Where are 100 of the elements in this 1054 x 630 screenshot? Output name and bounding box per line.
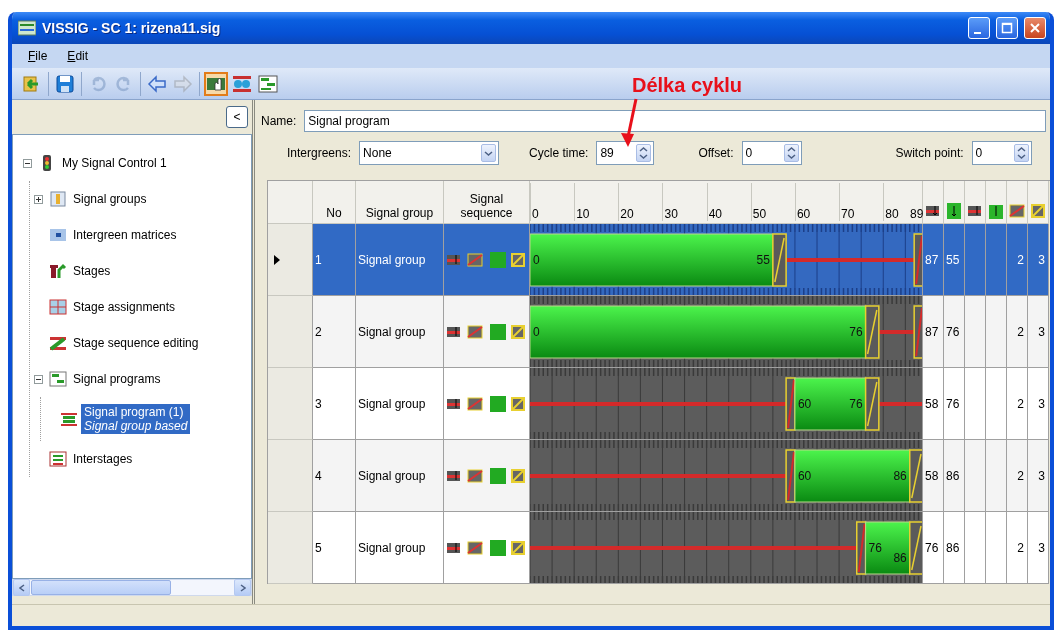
table-cell: 86 xyxy=(944,440,965,512)
row-header[interactable] xyxy=(268,512,313,584)
phase-start-label: 60 xyxy=(797,397,812,411)
app-icon xyxy=(18,20,36,36)
program-view-icon xyxy=(258,73,278,94)
save-icon xyxy=(55,73,75,94)
tree-item[interactable]: Signal program (1) Signal group based xyxy=(81,404,191,434)
minimize-button[interactable] xyxy=(968,17,990,39)
tree-item[interactable]: Stages xyxy=(70,263,114,279)
time-tick-label: 30 xyxy=(662,183,678,221)
table-cell xyxy=(965,440,986,512)
collapse-panel-button[interactable]: < xyxy=(226,106,248,128)
caution-phase-marker xyxy=(864,377,880,431)
table-cell: 3 xyxy=(1028,512,1049,584)
table-cell: 3 xyxy=(1028,224,1049,296)
column-header: Signal group xyxy=(356,181,444,224)
table-cell xyxy=(986,296,1007,368)
spin-buttons[interactable] xyxy=(783,144,799,162)
table-cell: 2 xyxy=(1007,296,1028,368)
time-tick-label: 20 xyxy=(618,183,634,221)
close-icon xyxy=(1030,23,1040,33)
program-icon xyxy=(60,410,78,428)
spin-field[interactable]: 0 xyxy=(741,141,802,165)
maximize-button[interactable] xyxy=(996,17,1018,39)
caution-phase-marker xyxy=(909,449,922,503)
table-cell: 76 xyxy=(923,512,944,584)
matrix-icon xyxy=(49,226,67,244)
phase-start-label: 76 xyxy=(868,541,882,555)
table-cell xyxy=(965,368,986,440)
intergreens-dropdown[interactable]: None xyxy=(359,141,500,165)
hatched-signal-icon xyxy=(509,250,527,269)
hatched-signal-icon xyxy=(509,322,527,341)
spin-buttons[interactable] xyxy=(636,144,652,162)
tree-item[interactable]: Stage sequence editing xyxy=(70,335,202,351)
collapse-icon[interactable] xyxy=(23,158,32,168)
tree-item[interactable]: Stage assignments xyxy=(70,299,179,315)
toolbar-button[interactable] xyxy=(204,71,228,96)
row-header[interactable] xyxy=(268,368,313,440)
time-tick-label: 50 xyxy=(750,183,767,221)
current-row-icon xyxy=(274,254,280,265)
sequence-icon xyxy=(49,334,67,352)
menu-item[interactable]: Edit xyxy=(59,47,97,65)
name-field[interactable]: Signal program xyxy=(304,110,1047,132)
table-cell: 3 xyxy=(1028,368,1049,440)
go-signal-icon xyxy=(488,394,506,413)
field-label: Name: xyxy=(261,114,297,128)
table-cell: 87 xyxy=(923,224,944,296)
tree-item[interactable]: Signal programs xyxy=(70,371,164,387)
tree-item[interactable]: Intergreen matrices xyxy=(70,227,180,243)
menu-item[interactable]: File xyxy=(20,47,56,65)
spin-buttons[interactable] xyxy=(1013,144,1029,162)
program-list-icon xyxy=(49,370,67,388)
go-signal-icon xyxy=(488,322,506,341)
expand-icon[interactable] xyxy=(34,194,43,204)
hatched-signal-icon xyxy=(1030,202,1046,220)
row-header[interactable] xyxy=(268,224,313,296)
row-header[interactable] xyxy=(268,296,313,368)
spin-field[interactable]: 0 xyxy=(971,141,1032,165)
slashed-signal-icon xyxy=(467,394,485,413)
stages-icon xyxy=(49,262,67,280)
table-cell xyxy=(986,368,1007,440)
table-cell: 58 xyxy=(923,368,944,440)
prepare-phase-marker xyxy=(913,233,922,287)
go-signal-icon xyxy=(488,250,506,269)
table-cell: 55 xyxy=(944,224,965,296)
table-cell: 1 xyxy=(313,224,356,296)
field-label: Switch point: xyxy=(895,146,964,160)
slashed-signal-icon xyxy=(467,322,485,341)
interstage-icon xyxy=(49,450,67,468)
header-corner xyxy=(268,181,313,224)
row-header[interactable] xyxy=(268,440,313,512)
scroll-right-icon[interactable] xyxy=(234,579,251,596)
scroll-left-icon[interactable] xyxy=(13,579,30,596)
tree-item[interactable]: Signal groups xyxy=(70,191,150,207)
window-title: VISSIG - SC 1: rizena11.sig xyxy=(42,20,222,36)
scroll-thumb[interactable] xyxy=(31,580,171,595)
phase-end-label: 86 xyxy=(893,469,907,483)
phase-end-label: 76 xyxy=(849,397,863,411)
tree-item[interactable]: Interstages xyxy=(70,451,136,467)
close-button[interactable] xyxy=(1024,17,1046,39)
time-tick-label: 10 xyxy=(574,183,590,221)
slashed-signal-icon xyxy=(1009,202,1025,220)
slashed-signal-icon xyxy=(467,250,485,269)
annotation-label: Délka cyklu xyxy=(632,74,743,97)
table-cell xyxy=(986,440,1007,512)
spin-field[interactable]: 89 xyxy=(596,141,655,165)
tree-item[interactable]: My Signal Control 1 xyxy=(59,155,170,171)
table-cell: 2 xyxy=(1007,440,1028,512)
table-cell: 2 xyxy=(1007,512,1028,584)
field-label: Offset: xyxy=(698,146,734,160)
phase-start-label: 60 xyxy=(797,469,812,483)
collapse-icon[interactable] xyxy=(34,374,43,384)
field-label: Intergreens: xyxy=(287,146,352,160)
table-cell: 76 xyxy=(944,368,965,440)
table-cell: 4 xyxy=(313,440,356,512)
table-cell: 87 xyxy=(923,296,944,368)
field-label: Cycle time: xyxy=(529,146,589,160)
caution-phase-marker xyxy=(909,521,922,575)
horizontal-scrollbar[interactable] xyxy=(12,579,252,596)
table-cell: Signal group xyxy=(356,512,444,584)
